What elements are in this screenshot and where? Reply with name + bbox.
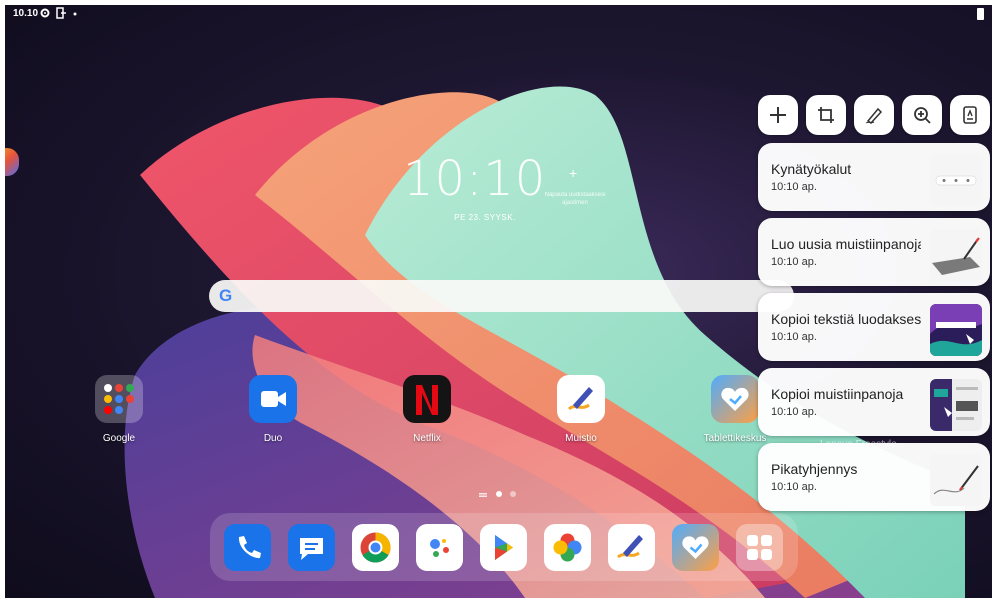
card-time: 10:10 ap. xyxy=(771,331,817,343)
crop-icon xyxy=(818,107,834,123)
tip-card-quick-clear[interactable]: Pikatyhjennys 10:10 ap. xyxy=(758,443,990,511)
battery-icon xyxy=(977,8,984,20)
app-netflix[interactable]: Netflix xyxy=(382,375,472,444)
home-screen: 10.10 10:10 PE 23. SYYSK. + Napauta uudi… xyxy=(5,5,992,598)
notes-doc-icon xyxy=(963,106,977,124)
copy-notes-thumbnail xyxy=(930,379,982,431)
notes-doc-button[interactable] xyxy=(950,95,990,135)
notes-icon xyxy=(557,375,605,423)
card-title: Pikatyhjennys xyxy=(771,461,858,477)
tip-card-create-notes[interactable]: Luo uusia muistiinpanoja 10:10 ap. xyxy=(758,218,990,286)
app-dock xyxy=(210,513,798,581)
app-label: Google xyxy=(102,433,136,444)
app-drawer-icon[interactable] xyxy=(736,524,783,571)
google-search-bar[interactable]: G xyxy=(209,280,794,312)
card-time: 10:10 ap. xyxy=(771,181,817,193)
status-time: 10.10 xyxy=(13,8,39,19)
clock-widget[interactable]: 10:10 xyxy=(403,151,545,207)
add-button[interactable] xyxy=(758,95,798,135)
photos-icon[interactable] xyxy=(544,524,591,571)
tip-card-copy-text[interactable]: Kopioi tekstiä luodaksesi 10:10 ap. xyxy=(758,293,990,361)
card-time: 10:10 ap. xyxy=(771,481,817,493)
add-note-icon[interactable]: + xyxy=(569,165,577,181)
status-bar: 10.10 xyxy=(5,5,992,23)
pen-button[interactable] xyxy=(854,95,894,135)
tip-card-copy-notes[interactable]: Kopioi muistiinpanoja 10:10 ap. xyxy=(758,368,990,436)
card-title: Kopioi muistiinpanoja xyxy=(771,386,904,402)
crop-button[interactable] xyxy=(806,95,846,135)
app-label: Muistio xyxy=(565,433,597,444)
zoom-button[interactable] xyxy=(902,95,942,135)
netflix-icon xyxy=(403,375,451,423)
assistant-icon[interactable] xyxy=(416,524,463,571)
google-logo-icon: G xyxy=(219,286,233,305)
app-google-folder[interactable]: Google xyxy=(74,375,164,444)
dot-icon xyxy=(73,12,77,16)
app-label-lenovo-freestyle: Lenovo Freestyle xyxy=(820,439,897,450)
card-time: 10:10 ap. xyxy=(771,256,817,268)
tip-card-pen-tools[interactable]: Kynätyökalut 10:10 ap. xyxy=(758,143,990,211)
app-muistio[interactable]: Muistio xyxy=(536,375,626,444)
sim-icon xyxy=(56,7,66,19)
card-title: Kynätyökalut xyxy=(771,161,852,177)
date-label: PE 23. SYYSK. xyxy=(454,213,516,222)
pen-toolbar xyxy=(758,95,990,135)
pen-tools-thumbnail xyxy=(930,154,982,206)
card-time: 10:10 ap. xyxy=(771,406,817,418)
phone-icon[interactable] xyxy=(224,524,271,571)
play-store-icon[interactable] xyxy=(480,524,527,571)
page-indicator[interactable] xyxy=(479,489,519,499)
zoom-in-icon xyxy=(914,107,931,124)
app-duo[interactable]: Duo xyxy=(228,375,318,444)
note-widget-text: Napauta uudistaaksesi ajastimen xyxy=(544,192,606,206)
google-folder-icon xyxy=(95,375,143,423)
messages-icon[interactable] xyxy=(288,524,335,571)
quick-clear-thumbnail xyxy=(930,454,982,506)
add-icon xyxy=(770,107,786,123)
duo-icon xyxy=(249,375,297,423)
create-notes-thumbnail xyxy=(930,229,982,281)
app-label: Netflix xyxy=(413,433,441,444)
card-title: Luo uusia muistiinpanoja xyxy=(771,236,921,252)
tablet-center-icon[interactable] xyxy=(672,524,719,571)
app-label: Duo xyxy=(263,433,283,444)
gear-icon xyxy=(40,8,50,18)
copy-text-thumbnail xyxy=(930,304,982,356)
card-title: Kopioi tekstiä luodaksesi xyxy=(771,311,921,327)
chrome-icon[interactable] xyxy=(352,524,399,571)
notes-icon[interactable] xyxy=(608,524,655,571)
pen-icon xyxy=(865,107,883,124)
tablet-center-icon xyxy=(711,375,759,423)
